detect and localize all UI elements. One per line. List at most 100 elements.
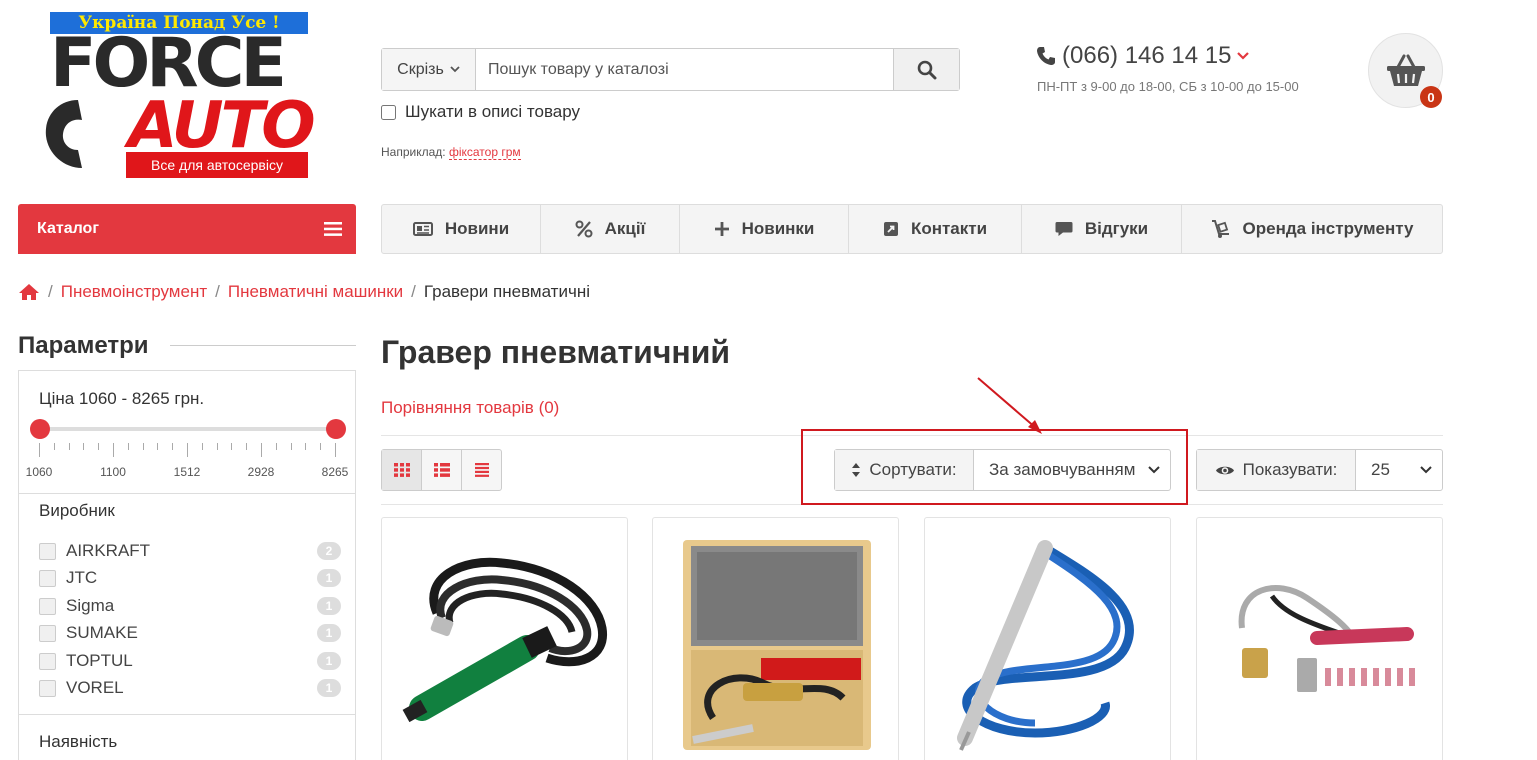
search-example-link[interactable]: фіксатор грм — [448, 145, 521, 160]
breadcrumb-link[interactable]: Пневмоінструмент — [61, 282, 207, 302]
breadcrumb-current: Гравери пневматичні — [423, 282, 590, 301]
search-description-checkbox[interactable] — [381, 104, 396, 120]
search-icon — [917, 60, 936, 79]
manufacturer-title: Виробник — [39, 501, 115, 520]
slider-tick — [68, 443, 70, 450]
comment-icon — [1055, 222, 1073, 236]
page-size-value: 25 — [1371, 460, 1390, 479]
home-icon[interactable] — [18, 283, 40, 301]
brand-name: JTC — [66, 568, 98, 587]
nav-item-tool-rental[interactable]: Оренда інструменту — [1182, 205, 1442, 253]
show-label: Показувати: — [1197, 450, 1356, 490]
divider — [19, 714, 355, 715]
slider-tick-label: 8265 — [321, 465, 349, 479]
page-title: Гравер пневматичний — [381, 334, 731, 370]
price-slider-max-handle[interactable] — [326, 419, 346, 439]
price-slider-ticks — [39, 443, 336, 457]
phone-dropdown[interactable]: (066) 146 14 15 — [1036, 42, 1250, 70]
slider-tick — [305, 443, 307, 450]
site-logo[interactable]: Україна Понад Усе ! FORCE AUTO Все для а… — [38, 12, 316, 182]
nav-item-contacts[interactable]: Контакти — [849, 205, 1022, 253]
slider-tick-label: 2928 — [247, 465, 275, 479]
view-mode-switch — [381, 449, 502, 491]
nav-label: Відгуки — [1084, 219, 1149, 238]
nav-item-new-products[interactable]: Новинки — [680, 205, 849, 253]
search-input[interactable] — [476, 49, 893, 90]
slider-tick — [83, 443, 85, 450]
chevron-down-icon — [1237, 52, 1250, 60]
slider-tick — [98, 443, 100, 450]
brand-name: Sigma — [66, 596, 115, 615]
slider-tick — [290, 443, 292, 450]
logo-word-force: FORCE — [50, 24, 287, 103]
compact-view-button[interactable] — [462, 450, 501, 490]
logo-tagline-bar: Все для автосервісу — [126, 152, 308, 178]
checkbox[interactable] — [39, 569, 56, 587]
filter-panel: Ціна 1060 - 8265 грн. 1060 1100 1512 292… — [18, 370, 356, 760]
search-scope-dropdown[interactable]: Скрізь — [382, 49, 476, 90]
brand-count-badge: 1 — [317, 569, 341, 587]
nav-item-reviews[interactable]: Відгуки — [1022, 205, 1182, 253]
brand-filter-jtc[interactable]: JTC 1 — [39, 567, 341, 589]
breadcrumb-link[interactable]: Пневматичні машинки — [228, 282, 403, 302]
list-view-button[interactable] — [422, 450, 462, 490]
nav-label: Акції — [604, 219, 646, 238]
catalog-label: Каталог — [37, 220, 99, 237]
nav-item-promotions[interactable]: Акції — [541, 205, 680, 253]
product-card[interactable] — [924, 517, 1171, 760]
working-hours: ПН-ПТ з 9-00 до 18-00, СБ з 10-00 до 15-… — [1037, 79, 1299, 94]
nav-label: Контакти — [910, 219, 988, 238]
wrench-icon — [45, 100, 88, 168]
product-card[interactable] — [1196, 517, 1443, 760]
phone-number: (066) 146 14 15 — [1062, 42, 1232, 69]
checkbox[interactable] — [39, 624, 56, 642]
search-description-label: Шукати в описі товару — [405, 102, 580, 121]
checkbox[interactable] — [39, 542, 56, 560]
eye-icon — [1215, 466, 1234, 474]
slider-tick — [246, 443, 248, 450]
checkbox[interactable] — [39, 652, 56, 670]
slider-tick-label: 1512 — [173, 465, 201, 479]
filters-title: Параметри — [18, 332, 149, 359]
slider-tick — [261, 443, 262, 457]
price-slider-min-handle[interactable] — [30, 419, 50, 439]
compare-products-link[interactable]: Порівняння товарів (0) — [381, 398, 559, 418]
slider-tick — [231, 443, 233, 450]
search-button[interactable] — [893, 49, 959, 90]
price-slider-track[interactable] — [39, 427, 335, 431]
nav-item-news[interactable]: Новини — [382, 205, 541, 253]
nav-label: Новини — [444, 219, 510, 238]
slider-tick-label: 1100 — [100, 465, 126, 479]
brand-filter-toptul[interactable]: TOPTUL 1 — [39, 650, 341, 672]
checkbox[interactable] — [39, 597, 56, 615]
contact-icon — [883, 222, 898, 236]
brand-name: VOREL — [66, 678, 124, 697]
slider-tick — [113, 443, 114, 457]
brand-filter-airkraft[interactable]: AIRKRAFT 2 — [39, 540, 341, 562]
search-example-label: Наприклад: — [381, 145, 446, 159]
search-example: Наприклад: фіксатор грм — [381, 145, 521, 160]
grid-view-button[interactable] — [382, 450, 422, 490]
slider-tick — [320, 443, 322, 450]
product-image — [1238, 585, 1415, 692]
catalog-menu-button[interactable]: Каталог — [18, 204, 356, 254]
brand-filter-sumake[interactable]: SUMAKE 1 — [39, 622, 341, 644]
basket-icon — [1386, 54, 1425, 86]
brand-filter-vorel[interactable]: VOREL 1 — [39, 677, 341, 699]
product-card[interactable] — [652, 517, 899, 760]
slider-tick — [275, 443, 277, 450]
brand-name: AIRKRAFT — [66, 541, 151, 560]
search-in-description[interactable]: Шукати в описі товару — [381, 102, 580, 122]
slider-tick — [201, 443, 203, 450]
slider-tick — [39, 443, 40, 457]
chevron-down-icon — [1420, 466, 1432, 474]
search-scope-label: Скрізь — [397, 60, 444, 78]
page-size-select[interactable]: 25 — [1356, 450, 1442, 490]
page-size-control: Показувати: 25 — [1196, 449, 1443, 491]
brand-filter-sigma[interactable]: Sigma 1 — [39, 595, 341, 617]
product-image — [402, 557, 607, 723]
product-card[interactable] — [381, 517, 628, 760]
checkbox[interactable] — [39, 679, 56, 697]
slider-tick — [53, 443, 55, 450]
breadcrumb-separator: / — [48, 282, 53, 301]
